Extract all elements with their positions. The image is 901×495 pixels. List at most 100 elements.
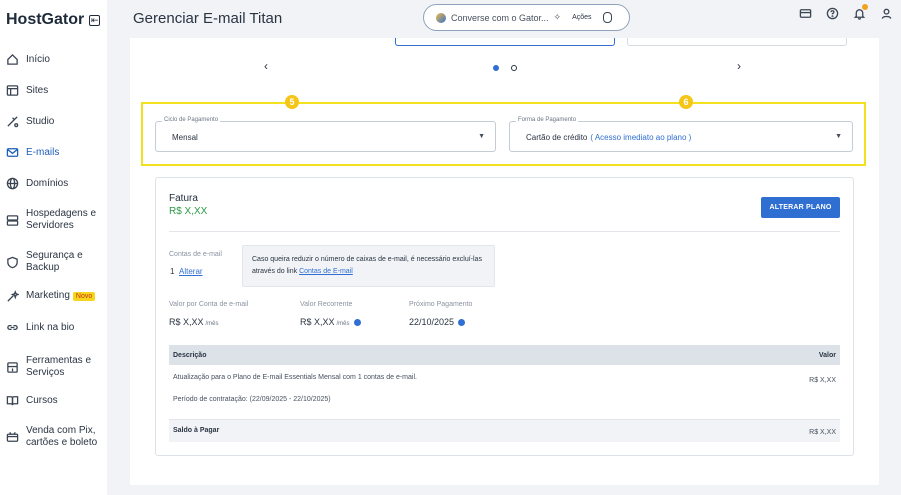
notification-dot	[862, 4, 868, 10]
sidebar-item-label: Venda com Pix, cartões e boleto	[26, 425, 98, 448]
carousel-dot[interactable]	[511, 65, 517, 71]
payment-cycle-select[interactable]: Ciclo de Pagamento Mensal ▼	[155, 117, 496, 152]
globe-icon	[6, 177, 19, 190]
sidebar-item-inicio[interactable]: Início	[6, 53, 106, 66]
invoice-amount: R$ X,XX	[169, 206, 208, 217]
payment-method-text: Cartão de crédito	[526, 133, 588, 142]
sidebar-item-studio[interactable]: Studio	[6, 115, 106, 128]
sidebar-item-label: Marketing Novo	[26, 290, 96, 303]
mail-icon	[6, 146, 19, 159]
brand-logo[interactable]: HostGator ⇤	[6, 11, 101, 29]
row-value: R$ X,XX	[809, 377, 836, 384]
payment-method-value: Cartão de crédito( Acesso imediato ao pl…	[526, 133, 691, 142]
microphone-icon[interactable]	[602, 12, 612, 23]
per-account-value: R$ X,XX/mês	[169, 317, 219, 327]
tools-icon	[6, 361, 19, 374]
actions-label[interactable]: Ações	[572, 14, 591, 21]
chevron-down-icon: ▼	[835, 133, 842, 140]
change-plan-button[interactable]: ALTERAR PLANO	[761, 197, 840, 218]
payment-icon	[6, 431, 19, 444]
sidebar-item-label: Sites	[26, 84, 49, 96]
sidebar-item-hospedagens[interactable]: Hospedagens e Servidores	[6, 208, 106, 232]
info-icon[interactable]	[353, 319, 361, 327]
sidebar-collapse-icon[interactable]: ⇤	[89, 14, 101, 26]
recurring-label: Valor Recorrente	[300, 301, 353, 308]
sidebar-item-label: E-mails	[26, 146, 60, 158]
help-icon[interactable]	[825, 6, 839, 20]
sidebar-item-label: Segurança e Backup	[26, 250, 83, 273]
column-header-description: Descrição	[173, 351, 207, 359]
gator-avatar-icon	[436, 12, 446, 23]
plan-card[interactable]	[627, 38, 847, 46]
sidebar-item-emails[interactable]: E-mails	[6, 146, 106, 159]
payment-options-highlight: Ciclo de Pagamento Mensal ▼ Forma de Pag…	[141, 102, 866, 166]
payment-cycle-value: Mensal	[172, 133, 198, 142]
table-row: Atualização para o Plano de E-mail Essen…	[169, 365, 840, 420]
payment-method-select[interactable]: Forma de Pagamento Cartão de crédito( Ac…	[509, 117, 853, 152]
column-header-value: Valor	[818, 351, 836, 359]
brand-name: HostGator	[6, 11, 85, 28]
shield-icon	[6, 256, 19, 269]
browser-icon	[6, 84, 19, 97]
sidebar-item-label: Início	[26, 53, 50, 65]
recurring-value: R$ X,XX/mês	[300, 317, 361, 327]
main-card: ‹ › Ciclo de Pagamento Mensal ▼ Forma de…	[130, 38, 879, 485]
billing-card-icon[interactable]	[798, 6, 812, 20]
sidebar-item-marketing[interactable]: Marketing Novo	[6, 290, 106, 303]
sidebar-item-link-na-bio[interactable]: Link na bio	[6, 321, 106, 334]
sidebar-item-sites[interactable]: Sites	[6, 84, 106, 97]
balance-label: Saldo à Pagar	[173, 427, 220, 434]
carousel-dot-active[interactable]	[493, 65, 499, 71]
sidebar-item-ferramentas[interactable]: Ferramentas e Serviços	[6, 355, 106, 379]
sidebar-item-label: Domínios	[26, 177, 69, 189]
invoice-table: Descrição Valor Atualização para o Plano…	[169, 345, 840, 442]
sparkle-icon: ✧	[553, 12, 562, 22]
next-payment-date: 22/10/2025	[409, 317, 455, 327]
sidebar-item-cursos[interactable]: Cursos	[6, 394, 106, 407]
link-icon	[6, 321, 19, 334]
gator-chat-input[interactable]: Converse com o Gator... ✧ Ações	[423, 4, 630, 31]
user-profile-icon[interactable]	[879, 6, 893, 20]
invoice-title: Fatura	[169, 193, 198, 204]
info-icon[interactable]	[458, 319, 466, 327]
book-icon	[6, 394, 19, 407]
step-marker-6: 6	[679, 95, 693, 109]
payment-method-legend: Forma de Pagamento	[516, 117, 579, 123]
per-account-unit: /mês	[205, 321, 219, 327]
recurring-amount: R$ X,XX	[300, 317, 335, 327]
home-icon	[6, 53, 19, 66]
sparkle-icon	[6, 290, 19, 303]
plan-card-selected[interactable]	[395, 38, 615, 46]
reduce-accounts-notice: Caso queira reduzir o número de caixas d…	[242, 245, 495, 287]
sidebar-item-label: Studio	[26, 115, 55, 127]
new-badge: Novo	[72, 292, 96, 301]
sidebar-item-dominios[interactable]: Domínios	[6, 177, 106, 190]
invoice-card: Fatura R$ X,XX ALTERAR PLANO Contas de e…	[155, 177, 854, 456]
top-bar: Gerenciar E-mail Titan Converse com o Ga…	[107, 0, 901, 38]
balance-value: R$ X,XX	[809, 429, 836, 436]
next-payment-value: 22/10/2025	[409, 317, 466, 327]
divider	[169, 231, 840, 232]
accounts-label: Contas de e-mail	[169, 251, 222, 258]
carousel-next-button[interactable]: ›	[737, 59, 741, 73]
step-marker-5: 5	[285, 95, 299, 109]
carousel-prev-button[interactable]: ‹	[264, 59, 268, 73]
next-payment-label: Próximo Pagamento	[409, 301, 473, 308]
row-description: Atualização para o Plano de E-mail Essen…	[173, 374, 417, 381]
notification-bell-icon[interactable]	[852, 4, 868, 20]
table-footer: Saldo à Pagar R$ X,XX	[169, 420, 840, 442]
chat-placeholder: Converse com o Gator...	[451, 12, 549, 23]
studio-icon	[6, 115, 19, 128]
sidebar-item-label: Link na bio	[26, 321, 75, 333]
email-accounts-link[interactable]: Contas de E-mail	[299, 268, 353, 275]
server-icon	[6, 214, 19, 227]
change-accounts-link[interactable]: Alterar	[179, 267, 203, 276]
sidebar-item-label: Cursos	[26, 394, 58, 406]
accounts-count: 1	[170, 267, 175, 276]
notice-text: Caso queira reduzir o número de caixas d…	[252, 256, 482, 275]
sidebar-item-seguranca[interactable]: Segurança e Backup	[6, 250, 106, 274]
marketing-label: Marketing	[26, 290, 70, 301]
page-title: Gerenciar E-mail Titan	[133, 10, 283, 27]
per-account-label: Valor por Conta de e-mail	[169, 301, 249, 308]
sidebar-item-venda[interactable]: Venda com Pix, cartões e boleto	[6, 425, 106, 449]
